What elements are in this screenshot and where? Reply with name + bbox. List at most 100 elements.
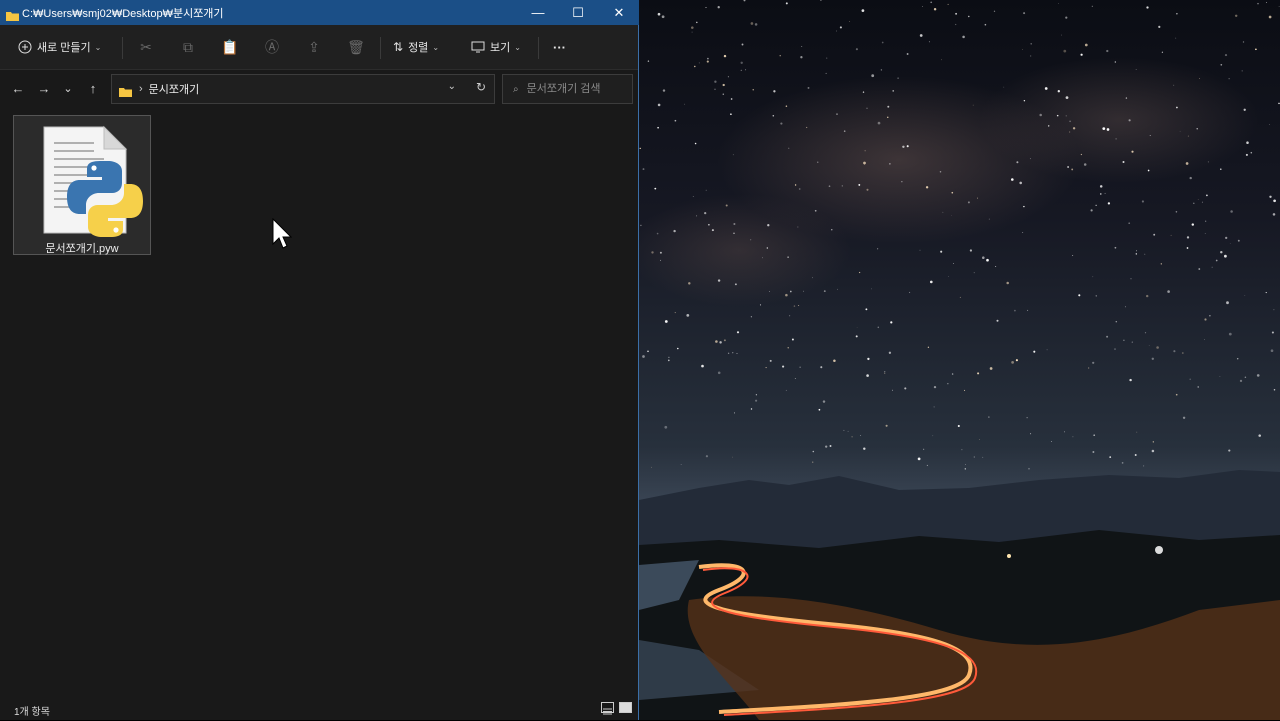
star xyxy=(1225,236,1228,240)
star xyxy=(932,435,934,437)
refresh-icon[interactable]: ↻ xyxy=(476,80,486,94)
star xyxy=(1092,361,1095,364)
delete-icon[interactable]: 🗑 xyxy=(347,38,365,56)
back-button[interactable]: ← xyxy=(8,79,28,99)
star xyxy=(1272,213,1276,216)
star xyxy=(961,449,963,451)
plus-circle-icon xyxy=(18,40,32,54)
file-name: 문서쪼개기.pyw xyxy=(45,243,119,255)
star xyxy=(977,372,980,375)
star xyxy=(794,184,797,186)
star xyxy=(793,305,796,307)
star xyxy=(787,347,789,349)
star xyxy=(888,351,892,354)
file-item[interactable]: 문서쪼개기.pyw xyxy=(13,115,151,255)
star xyxy=(884,372,886,374)
star xyxy=(759,304,762,306)
star xyxy=(814,209,817,212)
file-view[interactable]: 문서쪼개기.pyw xyxy=(0,108,638,696)
star xyxy=(743,0,746,2)
more-options-button[interactable]: ··· xyxy=(553,36,566,58)
star xyxy=(1030,43,1032,45)
star xyxy=(714,88,716,90)
star xyxy=(1129,378,1132,382)
forward-button[interactable]: → xyxy=(34,79,54,99)
star xyxy=(779,55,781,57)
minimize-button[interactable]: — xyxy=(517,0,559,25)
star xyxy=(1063,49,1067,53)
star xyxy=(1173,84,1175,86)
star xyxy=(772,114,775,117)
close-button[interactable]: ✕ xyxy=(598,0,640,25)
star xyxy=(1179,130,1181,132)
star xyxy=(1191,223,1194,226)
up-button[interactable]: ↑ xyxy=(83,79,103,99)
star xyxy=(986,258,989,262)
recent-locations-button[interactable]: ⌄ xyxy=(58,79,78,99)
star xyxy=(847,430,849,432)
star xyxy=(855,48,858,51)
star xyxy=(822,400,826,403)
star xyxy=(698,62,700,64)
monitor-icon xyxy=(471,41,485,53)
star xyxy=(1147,169,1150,172)
star xyxy=(1244,376,1247,378)
star xyxy=(707,57,709,60)
star xyxy=(1083,163,1087,166)
chevron-down-icon[interactable]: ⌄ xyxy=(448,81,456,92)
star xyxy=(647,350,649,353)
star xyxy=(1173,350,1176,353)
share-icon[interactable]: ⇪ xyxy=(305,38,323,56)
star xyxy=(928,41,930,43)
maximize-button[interactable]: ☐ xyxy=(557,0,599,25)
star xyxy=(705,455,709,458)
address-bar[interactable]: › 문시쪼개기 ⌄ ↻ xyxy=(111,74,495,104)
star xyxy=(1224,254,1227,258)
sort-button[interactable]: ⇅ 정렬 ⌄ xyxy=(393,36,439,58)
star xyxy=(1065,115,1067,117)
chevron-down-icon: ⌄ xyxy=(514,42,521,52)
search-box[interactable]: ⌕ xyxy=(502,74,633,104)
star xyxy=(1182,416,1186,419)
star xyxy=(1071,168,1074,171)
star xyxy=(865,308,868,311)
copy-icon[interactable]: ⧉ xyxy=(179,38,197,56)
star xyxy=(823,290,826,292)
star xyxy=(668,356,670,359)
star xyxy=(1030,55,1032,57)
star xyxy=(843,130,846,132)
star xyxy=(1014,309,1016,312)
star xyxy=(1273,199,1276,203)
rename-icon[interactable]: Ⓐ xyxy=(263,38,281,56)
star xyxy=(1161,51,1164,53)
star xyxy=(785,105,788,107)
star xyxy=(851,436,853,438)
star xyxy=(722,93,725,95)
title-bar[interactable]: C:₩Users₩smj02₩Desktop₩분시쪼개기 — ☐ ✕ xyxy=(0,0,639,25)
distant-light xyxy=(1155,546,1163,554)
star xyxy=(881,41,884,44)
star xyxy=(833,359,836,363)
new-button[interactable]: 새로 만들기 ⌄ xyxy=(18,36,101,58)
paste-icon[interactable]: 📋 xyxy=(221,38,239,56)
breadcrumb-separator[interactable]: › xyxy=(139,83,143,95)
star xyxy=(736,331,740,334)
star xyxy=(727,76,729,78)
star xyxy=(1123,339,1125,342)
star xyxy=(736,353,738,355)
star xyxy=(1156,346,1159,349)
star xyxy=(1092,451,1095,453)
details-view-icon[interactable] xyxy=(601,702,614,715)
cut-icon[interactable]: ✂ xyxy=(137,38,155,56)
star xyxy=(1206,194,1208,197)
star xyxy=(657,126,659,129)
view-button[interactable]: 보기 ⌄ xyxy=(471,36,521,58)
star xyxy=(1029,158,1031,160)
chevron-down-icon: ⌄ xyxy=(432,42,440,52)
star xyxy=(1273,309,1275,311)
large-icons-view-icon[interactable] xyxy=(619,702,632,713)
star xyxy=(799,366,801,368)
search-input[interactable] xyxy=(524,82,624,96)
star xyxy=(694,142,697,145)
breadcrumb-current[interactable]: 문시쪼개기 xyxy=(149,81,200,97)
